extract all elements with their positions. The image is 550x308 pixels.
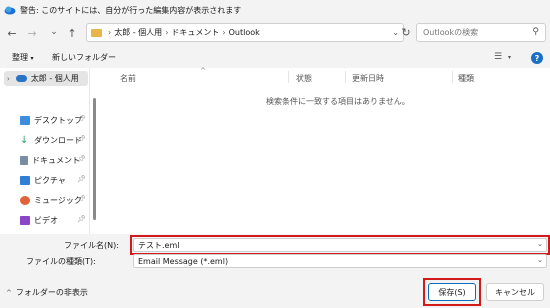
chevron-down-icon[interactable]: ⌄	[537, 256, 543, 264]
sidebar-item-downloads[interactable]: ↓ ダウンロード 📌︎	[20, 132, 88, 148]
help-icon[interactable]: ?	[531, 52, 543, 64]
up-icon[interactable]: ↑	[64, 25, 80, 41]
column-header-date-modified[interactable]: 更新日時	[352, 73, 384, 84]
column-divider[interactable]	[452, 71, 453, 83]
sidebar-item-label: ピクチャ	[34, 175, 66, 185]
chevron-right-icon: ›	[222, 28, 226, 37]
column-divider[interactable]	[288, 71, 289, 83]
forward-icon[interactable]: →	[24, 25, 40, 41]
sidebar-item-onedrive[interactable]: › 太郎 - 個人用	[4, 71, 88, 86]
filename-label: ファイル名(N):	[64, 241, 119, 250]
column-header-status[interactable]: 状態	[296, 73, 312, 84]
chevron-right-icon[interactable]: ›	[7, 75, 10, 83]
pin-icon: 📌︎	[77, 195, 86, 203]
search-box[interactable]: Outlookの検索 ⚲	[416, 23, 546, 42]
pin-icon: 📌︎	[77, 115, 86, 123]
new-folder-button[interactable]: 新しいフォルダー	[52, 52, 116, 63]
window-title: 警告: このサイトには、自分が行った編集内容が表示されます	[20, 5, 242, 15]
sidebar-item-label: 太郎 - 個人用	[30, 74, 79, 83]
desktop-icon	[20, 115, 30, 125]
sidebar-item-label: ドキュメント	[32, 155, 80, 165]
scrollbar-thumb[interactable]	[93, 98, 96, 220]
file-fields: ファイル名(N): テスト.eml ⌄ ファイルの種類(T): Email Me…	[0, 234, 550, 270]
pin-icon: 📌︎	[77, 175, 86, 183]
refresh-icon[interactable]: ↻	[398, 24, 414, 40]
filetype-select[interactable]: Email Message (*.eml) ⌄	[133, 254, 547, 268]
edge-cloud-icon	[4, 6, 16, 15]
filetype-label: ファイルの種類(T):	[26, 257, 96, 266]
sidebar-scrollbar[interactable]	[92, 68, 97, 234]
recent-locations-icon[interactable]: ⌄	[46, 24, 62, 40]
sidebar-item-label: デスクトップ	[34, 115, 82, 125]
address-bar[interactable]: › 太郎 - 個人用 › ドキュメント › Outlook ⌄	[86, 23, 404, 42]
dialog-footer: ^ フォルダーの非表示 保存(S) キャンセル	[0, 276, 550, 308]
empty-results-message: 検索条件に一致する項目はありません。	[266, 97, 410, 106]
search-icon: ⚲	[532, 27, 539, 37]
sidebar-item-documents[interactable]: ドキュメント 📌︎	[20, 152, 88, 168]
download-icon: ↓	[20, 134, 29, 146]
title-bar: 警告: このサイトには、自分が行った編集内容が表示されます	[0, 0, 550, 20]
breadcrumb-onedrive[interactable]: 太郎 - 個人用	[114, 27, 162, 38]
navigation-pane: › 太郎 - 個人用 デスクトップ 📌︎ ↓ ダウンロード 📌︎ ドキュメント …	[0, 68, 90, 234]
view-options-icon[interactable]: ☰	[494, 52, 502, 62]
command-bar: 整理 ▾ 新しいフォルダー ☰ ▾	[0, 48, 550, 68]
sidebar-item-music[interactable]: ミュージック 📌︎	[20, 192, 88, 208]
sidebar-item-desktop[interactable]: デスクトップ 📌︎	[20, 112, 88, 128]
document-icon	[20, 155, 28, 165]
sidebar-item-label: ダウンロード	[34, 135, 82, 145]
highlight-box	[130, 235, 550, 255]
breadcrumb-outlook[interactable]: Outlook	[229, 28, 260, 37]
pin-icon: 📌︎	[77, 215, 86, 223]
search-input[interactable]: Outlookの検索	[423, 27, 478, 38]
chevron-right-icon: ›	[108, 28, 112, 37]
folder-icon	[91, 28, 102, 37]
pictures-icon	[20, 175, 30, 185]
breadcrumb-documents[interactable]: ドキュメント	[171, 27, 219, 38]
column-divider[interactable]	[345, 71, 346, 83]
chevron-up-icon: ^	[6, 288, 12, 297]
back-icon[interactable]: ←	[4, 25, 20, 41]
music-icon	[20, 195, 30, 205]
hide-folders-button[interactable]: ^ フォルダーの非表示	[6, 287, 88, 298]
hide-folders-label: フォルダーの非表示	[15, 288, 88, 297]
sort-ascending-icon: ^	[200, 67, 206, 75]
column-header-name[interactable]: 名前	[120, 73, 136, 84]
organize-button[interactable]: 整理 ▾	[12, 52, 34, 63]
onedrive-cloud-icon	[15, 75, 27, 82]
chevron-down-icon[interactable]: ▾	[508, 54, 511, 61]
navigation-bar: ← → ⌄ ↑ › 太郎 - 個人用 › ドキュメント › Outlook ⌄ …	[0, 20, 550, 46]
sidebar-item-pictures[interactable]: ピクチャ 📌︎	[20, 172, 88, 188]
sidebar-item-label: ビデオ	[34, 215, 58, 225]
column-header-type[interactable]: 種類	[458, 73, 474, 84]
cancel-button[interactable]: キャンセル	[486, 283, 544, 301]
content-pane: › 太郎 - 個人用 デスクトップ 📌︎ ↓ ダウンロード 📌︎ ドキュメント …	[0, 67, 550, 234]
sidebar-item-videos[interactable]: ビデオ 📌︎	[20, 212, 88, 228]
chevron-right-icon: ›	[165, 28, 169, 37]
organize-label: 整理	[12, 53, 28, 62]
filetype-value: Email Message (*.eml)	[138, 256, 229, 266]
sidebar-item-label: ミュージック	[34, 195, 82, 205]
video-icon	[20, 215, 30, 225]
highlight-box	[423, 278, 481, 306]
pin-icon: 📌︎	[77, 135, 86, 143]
pin-icon: 📌︎	[77, 155, 86, 163]
chevron-down-icon: ▾	[30, 55, 34, 62]
